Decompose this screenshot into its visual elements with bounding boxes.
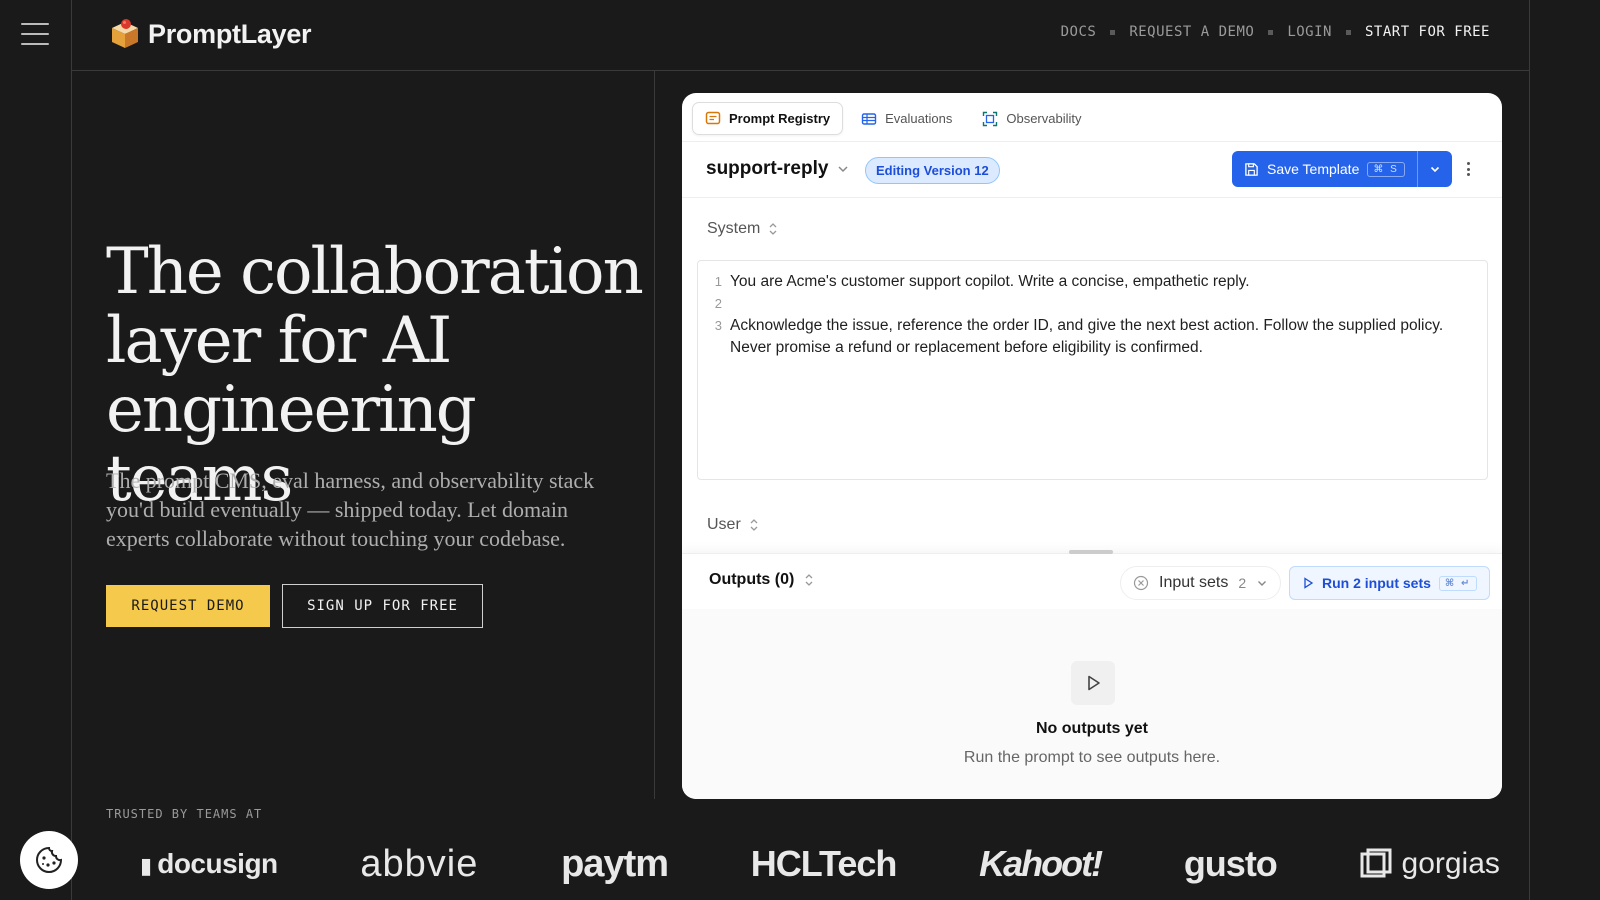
trusted-label: TRUSTED BY TEAMS AT	[106, 807, 263, 821]
gorgias-mark-icon	[1360, 848, 1392, 878]
tab-label: Observability	[1006, 111, 1082, 126]
line-content	[730, 293, 1487, 315]
play-icon	[1071, 661, 1115, 705]
menu-icon[interactable]	[21, 23, 49, 47]
empty-state-subtitle: Run the prompt to see outputs here.	[963, 749, 1221, 766]
outputs-label: Outputs (0)	[709, 571, 795, 588]
right-rail	[1529, 0, 1600, 900]
run-label: Run 2 input sets	[1322, 575, 1431, 591]
chart-scan-icon	[983, 111, 998, 126]
tab-observability[interactable]: Observability	[970, 102, 1093, 135]
top-nav: DOCS REQUEST A DEMO LOGIN START FOR FREE	[1061, 24, 1490, 40]
line-number: 3	[714, 318, 722, 333]
tab-label: Evaluations	[885, 111, 953, 126]
paytm-logo: paytm	[561, 842, 669, 885]
nav-login-link[interactable]: LOGIN	[1287, 24, 1332, 40]
play-icon	[1304, 577, 1314, 589]
input-sets-count: 2	[1238, 575, 1247, 591]
run-shortcut: ⌘ ↵	[1438, 575, 1478, 591]
gorgias-logo: gorgias	[1360, 847, 1500, 881]
editor-line: 1 You are Acme's customer support copilot…	[698, 271, 1487, 293]
system-role-selector[interactable]: System	[707, 220, 778, 238]
message-square-icon	[705, 111, 721, 124]
save-template-label: Save Template	[1267, 161, 1360, 177]
run-input-sets-button[interactable]: Run 2 input sets ⌘ ↵	[1289, 566, 1491, 600]
resize-handle[interactable]	[1069, 550, 1113, 554]
nav-separator	[1268, 29, 1274, 35]
abbvie-logo: abbvie	[360, 842, 479, 885]
prompt-name: support-reply	[706, 158, 829, 179]
line-number: 1	[714, 274, 722, 289]
prompt-name-selector[interactable]: support-reply	[706, 158, 850, 180]
line-content: Acknowledge the issue, reference the ord…	[730, 317, 1444, 356]
prompt-editor-card: Prompt Registry Evaluations Observabilit…	[682, 93, 1502, 799]
line-content: You are Acme's customer support copilot.…	[730, 273, 1250, 290]
more-options-icon[interactable]	[1465, 159, 1471, 179]
brand-logo[interactable]: PromptLayer	[110, 18, 312, 50]
user-role-selector[interactable]: User	[707, 516, 759, 534]
nav-separator	[1345, 29, 1351, 35]
outputs-bar: Outputs (0) Input sets 2 Run 2 input set…	[682, 550, 1502, 609]
input-sets-label: Input sets	[1159, 574, 1229, 591]
gusto-logo: gusto	[1183, 843, 1278, 884]
sign-up-button[interactable]: SIGN UP FOR FREE	[282, 584, 483, 628]
save-icon	[1245, 162, 1258, 176]
save-options-button[interactable]	[1416, 151, 1452, 187]
hero-subtitle: The prompt CMS, eval harness, and observ…	[106, 468, 595, 551]
editor-line: 3 Acknowledge the issue, reference the or…	[698, 315, 1487, 359]
chevron-up-down-icon	[805, 574, 813, 586]
brand-name: PromptLayer	[148, 18, 312, 49]
tab-label: Prompt Registry	[729, 111, 831, 126]
promptlayer-logo-icon	[112, 19, 138, 48]
version-badge: Editing Version 12	[865, 157, 1000, 184]
chevron-up-down-icon	[750, 519, 758, 531]
cookie-icon	[36, 846, 63, 873]
save-template-button[interactable]: Save Template ⌘ S	[1232, 151, 1417, 187]
kahoot-logo: Kahoot!	[979, 843, 1103, 884]
save-shortcut: ⌘ S	[1367, 161, 1405, 177]
divider	[682, 197, 1502, 198]
empty-state-title: No outputs yet	[1036, 720, 1148, 737]
left-rail	[0, 0, 72, 900]
variable-icon	[1133, 575, 1149, 591]
hcltech-logo: HCLTech	[750, 843, 898, 884]
tab-prompt-registry[interactable]: Prompt Registry	[692, 102, 844, 135]
chevron-down-icon	[838, 166, 848, 173]
nav-request-demo-link[interactable]: REQUEST A DEMO	[1129, 24, 1254, 40]
section-divider	[654, 71, 655, 799]
nav-start-free-link[interactable]: START FOR FREE	[1365, 24, 1490, 40]
editor-line: 2	[698, 293, 1487, 315]
input-sets-dropdown[interactable]: Input sets 2	[1120, 566, 1282, 600]
nav-separator	[1110, 29, 1116, 35]
system-prompt-editor[interactable]: 1 You are Acme's customer support copilot…	[697, 260, 1488, 480]
chevron-down-icon	[1430, 166, 1439, 173]
customer-logos: ▮ docusign abbvie paytm HCLTech Kahoot! …	[140, 835, 1500, 893]
nav-docs-link[interactable]: DOCS	[1061, 24, 1097, 40]
app-tabs: Prompt Registry Evaluations Observabilit…	[692, 102, 1094, 135]
table-icon	[861, 112, 877, 125]
system-label: System	[707, 220, 761, 237]
outputs-toggle[interactable]: Outputs (0)	[709, 571, 814, 589]
save-template-group: Save Template ⌘ S	[1232, 151, 1452, 187]
request-demo-button[interactable]: REQUEST DEMO	[106, 585, 270, 627]
chevron-up-down-icon	[769, 223, 777, 235]
tab-evaluations[interactable]: Evaluations	[849, 102, 964, 135]
chevron-down-icon	[1258, 581, 1267, 586]
user-label: User	[707, 516, 741, 533]
line-number: 2	[714, 296, 722, 311]
cookie-settings-button[interactable]	[20, 831, 78, 889]
divider	[682, 141, 1502, 142]
docusign-logo: ▮ docusign	[140, 848, 278, 879]
